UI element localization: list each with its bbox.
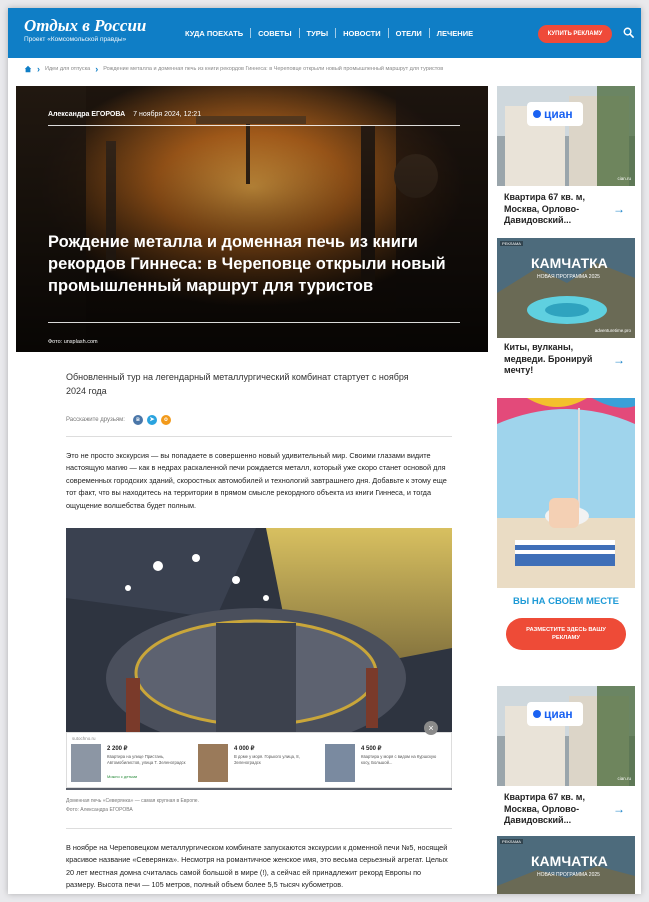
article-lead: Обновленный тур на легендарный металлург… (66, 372, 409, 396)
ad-brand: КАМЧАТКА (531, 853, 608, 869)
ad-card-image (325, 744, 355, 782)
main-nav: КУДА ПОЕХАТЬ СОВЕТЫ ТУРЫ НОВОСТИ ОТЕЛИ Л… (178, 28, 480, 38)
share-bar: Расскажите друзьям: в ➤ о (66, 415, 171, 425)
article-paragraph: В ноябре на Череповецком металлургическо… (66, 843, 448, 890)
ad-domain: adventuretime.pro (594, 328, 631, 333)
arrow-right-icon[interactable]: → (613, 202, 625, 216)
ad-domain: cian.ru (617, 776, 631, 781)
nav-item-hotels[interactable]: ОТЕЛИ (389, 29, 429, 38)
caption-credit: Фото: Александра ЕГОРОВА (66, 807, 133, 813)
ad-card-tag: Можно с детьми (107, 774, 138, 779)
inline-ad-strip: sutochno.ru 2 200 ₽ Квартира на улице Пр… (66, 732, 452, 788)
arrow-right-icon[interactable]: → (613, 802, 625, 816)
place-ad-button[interactable]: РАЗМЕСТИТЕ ЗДЕСЬ ВАШУ РЕКЛАМУ (506, 618, 626, 650)
author-name[interactable]: Александра ЕГОРОВА (48, 111, 125, 118)
ad-domain: cian.ru (617, 176, 631, 181)
ad-card-desc: В доме у моря. Горького улица, 8, Зелено… (234, 754, 300, 765)
search-icon[interactable] (623, 27, 634, 38)
ad-card-image (198, 744, 228, 782)
ad-card-desc: Квартира у моря с видом на Куршскую косу… (361, 754, 437, 765)
vk-icon[interactable]: в (132, 415, 143, 425)
ad-image: КАМЧАТКА НОВАЯ ПРОГРАММА 2025 (497, 836, 635, 894)
sidebar-ad-kamchatka[interactable]: КАМЧАТКА НОВАЯ ПРОГРАММА 2025 РЕКЛАМА (497, 836, 635, 894)
article-hero: Александра ЕГОРОВА 7 ноября 2024, 12:21 Р… (16, 86, 488, 352)
publish-date: 7 ноября 2024, 12:21 (133, 111, 202, 118)
ad-brand: КАМЧАТКА (531, 255, 608, 271)
place-ad-label: РАЗМЕСТИТЕ ЗДЕСЬ ВАШУ РЕКЛАМУ (526, 627, 606, 641)
sidebar-ad-cian[interactable]: циан cian.ru Квартира 67 кв. м, Москва, … (497, 686, 635, 834)
sidebar-promo[interactable]: ВЫ НА СВОЕМ МЕСТЕ РАЗМЕСТИТЕ ЗДЕСЬ ВАШУ … (497, 398, 635, 674)
promo-slogan: ВЫ НА СВОЕМ МЕСТЕ (513, 596, 619, 607)
ad-title: Квартира 67 кв. м, Москва, Орлово-Давидо… (504, 792, 585, 825)
logo-title: Отдых в России (24, 16, 147, 35)
caption-text: Доменная печь «Северянка» — самая крупна… (66, 798, 199, 804)
breadcrumb-link[interactable]: Идеи для отпуска (45, 66, 90, 72)
browser-page: Отдых в России Проект «Комсомольской пра… (8, 8, 641, 894)
close-icon[interactable]: × (424, 721, 438, 735)
nav-item-tips[interactable]: СОВЕТЫ (251, 29, 298, 38)
divider (66, 828, 452, 829)
nav-item-tours[interactable]: ТУРЫ (300, 29, 336, 38)
ad-image: циан (497, 86, 635, 186)
ad-label: РЕКЛАМА (500, 241, 523, 246)
ad-label: РЕКЛАМА (500, 839, 523, 844)
telegram-icon[interactable]: ➤ (146, 415, 157, 425)
nav-item-news[interactable]: НОВОСТИ (336, 29, 388, 38)
image-caption: Доменная печь «Северянка» — самая крупна… (66, 797, 199, 815)
ad-image: циан (497, 686, 635, 786)
site-logo[interactable]: Отдых в России Проект «Комсомольской пра… (24, 17, 146, 44)
breadcrumb: › Идеи для отпуска › Рождение металла и … (24, 58, 634, 80)
logo-subtitle: Проект «Комсомольской правды» (24, 36, 127, 43)
ad-brand: циан (544, 707, 573, 721)
divider (66, 436, 452, 437)
hero-divider (48, 322, 460, 323)
ad-card-price: 4 500 ₽ (361, 746, 382, 752)
article-paragraph: Это не просто экскурсия — вы попадаете в… (66, 451, 447, 510)
arrow-right-icon[interactable]: → (613, 353, 625, 367)
chevron-right-icon: › (37, 64, 40, 74)
article-title: Рождение металла и доменная печь из книг… (48, 233, 446, 295)
ad-image: КАМЧАТКА НОВАЯ ПРОГРАММА 2025 (497, 238, 635, 338)
ok-icon[interactable]: о (160, 415, 171, 425)
ad-subtitle: НОВАЯ ПРОГРАММА 2025 (537, 274, 600, 280)
ad-title: Квартира 67 кв. м, Москва, Орлово-Давидо… (504, 192, 585, 225)
hero-divider (48, 125, 460, 126)
ad-title: Киты, вулканы, медведи. Бронируй мечту! (504, 342, 593, 375)
ad-card-price: 2 200 ₽ (107, 746, 128, 752)
article-image: sutochno.ru 2 200 ₽ Квартира на улице Пр… (66, 528, 452, 790)
ad-card-image (71, 744, 101, 782)
ad-card-desc: Квартира на улице Пристань, Автомобилист… (107, 754, 186, 765)
buy-ad-button[interactable]: КУПИТЬ РЕКЛАМУ (538, 25, 612, 43)
ad-card[interactable]: 2 200 ₽ Квартира на улице Пристань, Авто… (71, 744, 191, 784)
chevron-right-icon: › (95, 64, 99, 74)
share-label: Расскажите друзьям: (66, 417, 125, 423)
ad-source[interactable]: sutochno.ru (72, 736, 96, 741)
ad-card-price: 4 000 ₽ (234, 746, 255, 752)
sidebar-ad-kamchatka[interactable]: КАМЧАТКА НОВАЯ ПРОГРАММА 2025 РЕКЛАМА ad… (497, 238, 635, 386)
home-icon[interactable] (24, 65, 32, 73)
beach-image (497, 398, 635, 588)
ad-card[interactable]: 4 500 ₽ Квартира у моря с видом на Куршс… (325, 744, 445, 784)
sidebar-ad-cian[interactable]: циан cian.ru Квартира 67 кв. м, Москва, … (497, 86, 635, 234)
hero-photo-credit: Фото: unsplash.com (48, 339, 98, 345)
ad-card[interactable]: 4 000 ₽ В доме у моря. Горького улица, 8… (198, 744, 318, 784)
nav-item-treatment[interactable]: ЛЕЧЕНИЕ (430, 29, 480, 38)
ad-brand: циан (544, 107, 573, 121)
ad-subtitle: НОВАЯ ПРОГРАММА 2025 (537, 872, 600, 878)
article-meta: Александра ЕГОРОВА 7 ноября 2024, 12:21 (48, 111, 201, 118)
site-header: Отдых в России Проект «Комсомольской пра… (8, 8, 641, 58)
nav-item-where-to-go[interactable]: КУДА ПОЕХАТЬ (178, 29, 250, 38)
breadcrumb-current: Рождение металла и доменная печь из книг… (103, 66, 444, 72)
